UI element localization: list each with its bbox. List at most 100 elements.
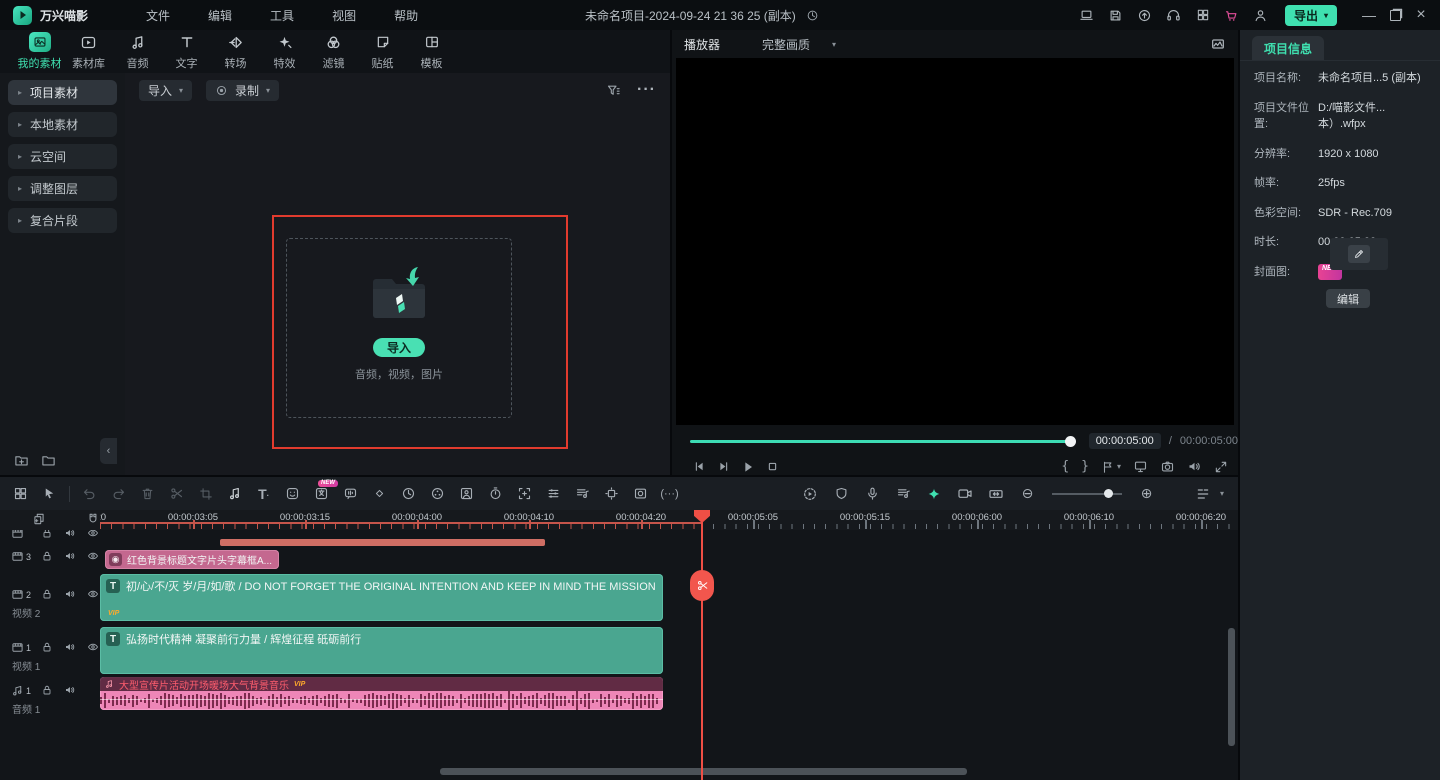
menu-help[interactable]: 帮助: [394, 7, 418, 24]
sidebar-item-cloud[interactable]: ▸ 云空间: [8, 144, 117, 169]
lock-icon[interactable]: [40, 549, 54, 563]
zoom-slider-knob[interactable]: [1104, 489, 1113, 498]
folder-icon[interactable]: [41, 453, 56, 468]
horizontal-scrollbar[interactable]: [440, 768, 967, 775]
apps-grid-icon[interactable]: [1192, 4, 1214, 26]
freeze-frame-icon[interactable]: [481, 483, 510, 505]
speaker-icon[interactable]: [63, 530, 77, 540]
sidebar-item-local-media[interactable]: ▸ 本地素材: [8, 112, 117, 137]
lock-icon[interactable]: [40, 530, 54, 540]
audio-mixer-icon[interactable]: [568, 483, 597, 505]
menu-edit[interactable]: 编辑: [208, 7, 232, 24]
marker-flag-icon[interactable]: ▾: [1101, 460, 1121, 474]
import-dropdown-button[interactable]: 导入▾: [139, 80, 192, 101]
mark-in-icon[interactable]: {: [1061, 459, 1069, 474]
zoom-out-icon[interactable]: ⊖: [1013, 483, 1042, 505]
player-progress-knob[interactable]: [1065, 436, 1076, 447]
delete-icon[interactable]: [133, 483, 162, 505]
tab-templates[interactable]: 模板: [407, 32, 456, 71]
playhead-line[interactable]: [701, 510, 703, 780]
speaker-icon[interactable]: [63, 587, 77, 601]
mask-icon[interactable]: [626, 483, 655, 505]
lock-icon[interactable]: [40, 587, 54, 601]
keyframe-add-icon[interactable]: [510, 483, 539, 505]
new-folder-icon[interactable]: [14, 453, 29, 468]
redo-icon[interactable]: [104, 483, 133, 505]
beat-detect-icon[interactable]: [220, 483, 249, 505]
tab-effects[interactable]: 特效: [260, 32, 309, 71]
paste-board-icon[interactable]: [32, 512, 46, 526]
add-text-icon[interactable]: T.: [249, 483, 278, 505]
upload-icon[interactable]: [1134, 4, 1156, 26]
clip-audio-music[interactable]: 大型宣传片活动开场暖场大气背景音乐 VIP: [100, 677, 663, 710]
mark-out-icon[interactable]: }: [1081, 459, 1089, 474]
clip-text-track1[interactable]: T 弘扬时代精神 凝聚前行力量 / 辉煌征程 砥砺前行: [100, 627, 663, 674]
tab-stickers[interactable]: 贴纸: [358, 32, 407, 71]
select-tool-icon[interactable]: [35, 483, 64, 505]
tab-my-media[interactable]: 我的素材: [15, 32, 64, 71]
filter-icon[interactable]: [606, 83, 621, 98]
fit-timeline-icon[interactable]: [982, 483, 1011, 505]
vertical-scrollbar[interactable]: [1228, 628, 1235, 746]
second-display-icon[interactable]: [1133, 459, 1148, 474]
more-options-icon[interactable]: ···: [637, 81, 656, 99]
tab-stock-media[interactable]: 素材库: [64, 32, 113, 71]
workspace-icon[interactable]: [1076, 4, 1098, 26]
voiceover-mic-icon[interactable]: [858, 483, 887, 505]
record-dropdown-button[interactable]: 录制▾: [206, 80, 279, 101]
cart-icon[interactable]: [1221, 4, 1243, 26]
render-preview-icon[interactable]: [796, 483, 825, 505]
video-viewport[interactable]: [676, 58, 1234, 425]
minimize-button[interactable]: —: [1358, 4, 1380, 26]
tab-project-info[interactable]: 项目信息: [1252, 36, 1324, 60]
autosave-status-icon[interactable]: [806, 9, 819, 22]
tab-audio[interactable]: 音频: [113, 32, 162, 71]
more-tools-icon[interactable]: (···): [655, 483, 684, 505]
sidebar-item-project-media[interactable]: ▸ 项目素材: [8, 80, 117, 105]
export-button[interactable]: 导出▾: [1285, 5, 1337, 26]
eye-icon[interactable]: [86, 549, 100, 563]
lock-icon[interactable]: [40, 640, 54, 654]
fullscreen-icon[interactable]: [1214, 460, 1228, 474]
cut-at-playhead-button[interactable]: [690, 570, 714, 601]
stop-icon[interactable]: [765, 459, 780, 474]
quality-dropdown[interactable]: 完整画质▾: [762, 36, 836, 53]
menu-tools[interactable]: 工具: [270, 7, 294, 24]
menu-file[interactable]: 文件: [146, 7, 170, 24]
keyframe-diamond-icon[interactable]: [365, 483, 394, 505]
ai-portrait-icon[interactable]: [452, 483, 481, 505]
cover-thumbnail[interactable]: [1330, 238, 1388, 270]
smart-cut-icon[interactable]: [920, 483, 949, 505]
eye-icon[interactable]: [86, 587, 100, 601]
edit-cover-pencil-icon[interactable]: [1348, 245, 1370, 263]
track-layout-chevron-icon[interactable]: ▾: [1220, 489, 1224, 498]
undo-icon[interactable]: [75, 483, 104, 505]
speaker-icon[interactable]: [63, 640, 77, 654]
split-icon[interactable]: [162, 483, 191, 505]
motion-track-icon[interactable]: [597, 483, 626, 505]
lock-icon[interactable]: [40, 683, 54, 697]
support-headset-icon[interactable]: [1163, 4, 1185, 26]
crop-icon[interactable]: [191, 483, 220, 505]
previous-frame-icon[interactable]: [692, 459, 707, 474]
save-icon[interactable]: [1105, 4, 1127, 26]
mute-speaker-icon[interactable]: [1187, 459, 1202, 474]
scopes-icon[interactable]: [1210, 36, 1226, 55]
preview-quality-icon[interactable]: [951, 483, 980, 505]
menu-view[interactable]: 视图: [332, 7, 356, 24]
speech-to-text-icon[interactable]: [336, 483, 365, 505]
color-wheel-icon[interactable]: [423, 483, 452, 505]
clip-partial[interactable]: [220, 539, 545, 546]
play-icon[interactable]: [740, 459, 756, 475]
clip-sticker-title[interactable]: ◉ 红色背景标题文字片头字幕框A...: [105, 550, 279, 569]
track-layout-icon[interactable]: [1189, 483, 1218, 505]
clip-text-track2[interactable]: T 初/心/不/灭 岁/月/如/歌 / DO NOT FORGET THE OR…: [100, 574, 663, 621]
eye-icon[interactable]: [86, 530, 100, 540]
timeline-ruler[interactable]: 00:00:02:20 00:00:03:05 00:00:03:15 00:0…: [0, 510, 1238, 530]
snapshot-icon[interactable]: [1160, 459, 1175, 474]
tab-filters[interactable]: 滤镜: [309, 32, 358, 71]
edit-cover-button[interactable]: 编辑: [1326, 289, 1370, 308]
mark-shield-icon[interactable]: [827, 483, 856, 505]
sticker-tool-icon[interactable]: [278, 483, 307, 505]
zoom-slider[interactable]: [1052, 493, 1122, 495]
